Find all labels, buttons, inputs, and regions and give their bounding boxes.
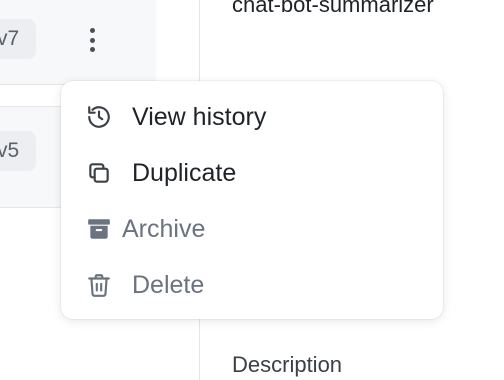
more-options-icon[interactable] bbox=[84, 24, 100, 56]
delete-menu-item[interactable]: Delete bbox=[61, 257, 443, 313]
description-label: Description bbox=[232, 352, 343, 377]
context-menu: View history Duplicate Archive Delete bbox=[61, 81, 443, 319]
menu-item-label: View history bbox=[132, 102, 267, 131]
trash-icon bbox=[86, 272, 112, 298]
copy-icon bbox=[86, 160, 112, 186]
menu-item-label: Duplicate bbox=[132, 158, 237, 187]
view-history-menu-item[interactable]: View history bbox=[61, 89, 443, 145]
version-badge: v5 bbox=[0, 131, 36, 171]
history-icon bbox=[86, 104, 112, 130]
menu-item-label: Archive bbox=[122, 214, 206, 243]
archive-menu-item[interactable]: Archive bbox=[61, 201, 443, 257]
menu-item-label: Delete bbox=[132, 270, 205, 299]
version-badge: v7 bbox=[0, 19, 36, 59]
version-row[interactable]: v7 bbox=[0, 0, 156, 85]
version-label: v5 bbox=[0, 139, 20, 162]
version-label: v7 bbox=[0, 27, 20, 50]
duplicate-menu-item[interactable]: Duplicate bbox=[61, 145, 443, 201]
detail-title: chat-bot-summarizer bbox=[232, 0, 434, 17]
archive-icon bbox=[86, 216, 112, 242]
